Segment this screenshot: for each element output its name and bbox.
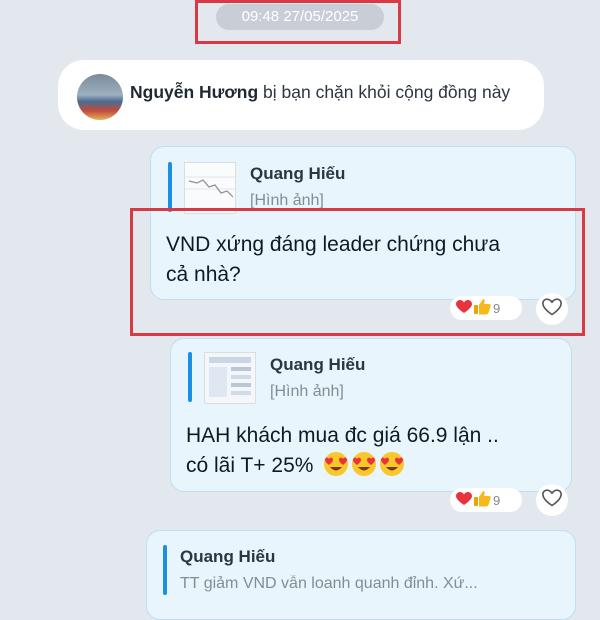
quote-text: [Hình ảnh] [270,383,344,400]
heart-outline-icon [542,488,562,512]
heart-icon [456,491,472,509]
quote-bar [188,352,192,402]
notice-message: bị bạn chặn khỏi cộng đồng này [258,82,511,102]
notice-text: Nguyễn Hương bị bạn chặn khỏi cộng đồng … [130,82,510,103]
message-text: HAH khách mua đc giá 66.9 lận .. có lãi … [186,421,499,486]
timestamp-highlight-box [195,0,401,44]
quote-thumbnail[interactable] [204,352,256,404]
avatar[interactable] [77,74,123,120]
thumbs-up-icon [474,490,491,510]
quote-author: Quang Hiếu [270,355,366,374]
quote-text: TT giảm VND vẫn loanh quanh đỉnh. Xứ... [180,575,478,592]
reaction-summary[interactable]: 9 [450,488,522,512]
quote-thumbnail[interactable] [184,162,236,214]
notice-user-name[interactable]: Nguyễn Hương [130,82,258,102]
message-highlight-box [130,208,585,336]
quote-bar [163,545,167,595]
quote-author: Quang Hiếu [180,547,276,566]
heart-eyes-emoji-icon [323,451,405,486]
quote-bar [168,162,172,212]
like-button[interactable] [536,484,568,516]
reaction-count: 9 [493,492,501,508]
quote-author: Quang Hiếu [250,164,346,183]
